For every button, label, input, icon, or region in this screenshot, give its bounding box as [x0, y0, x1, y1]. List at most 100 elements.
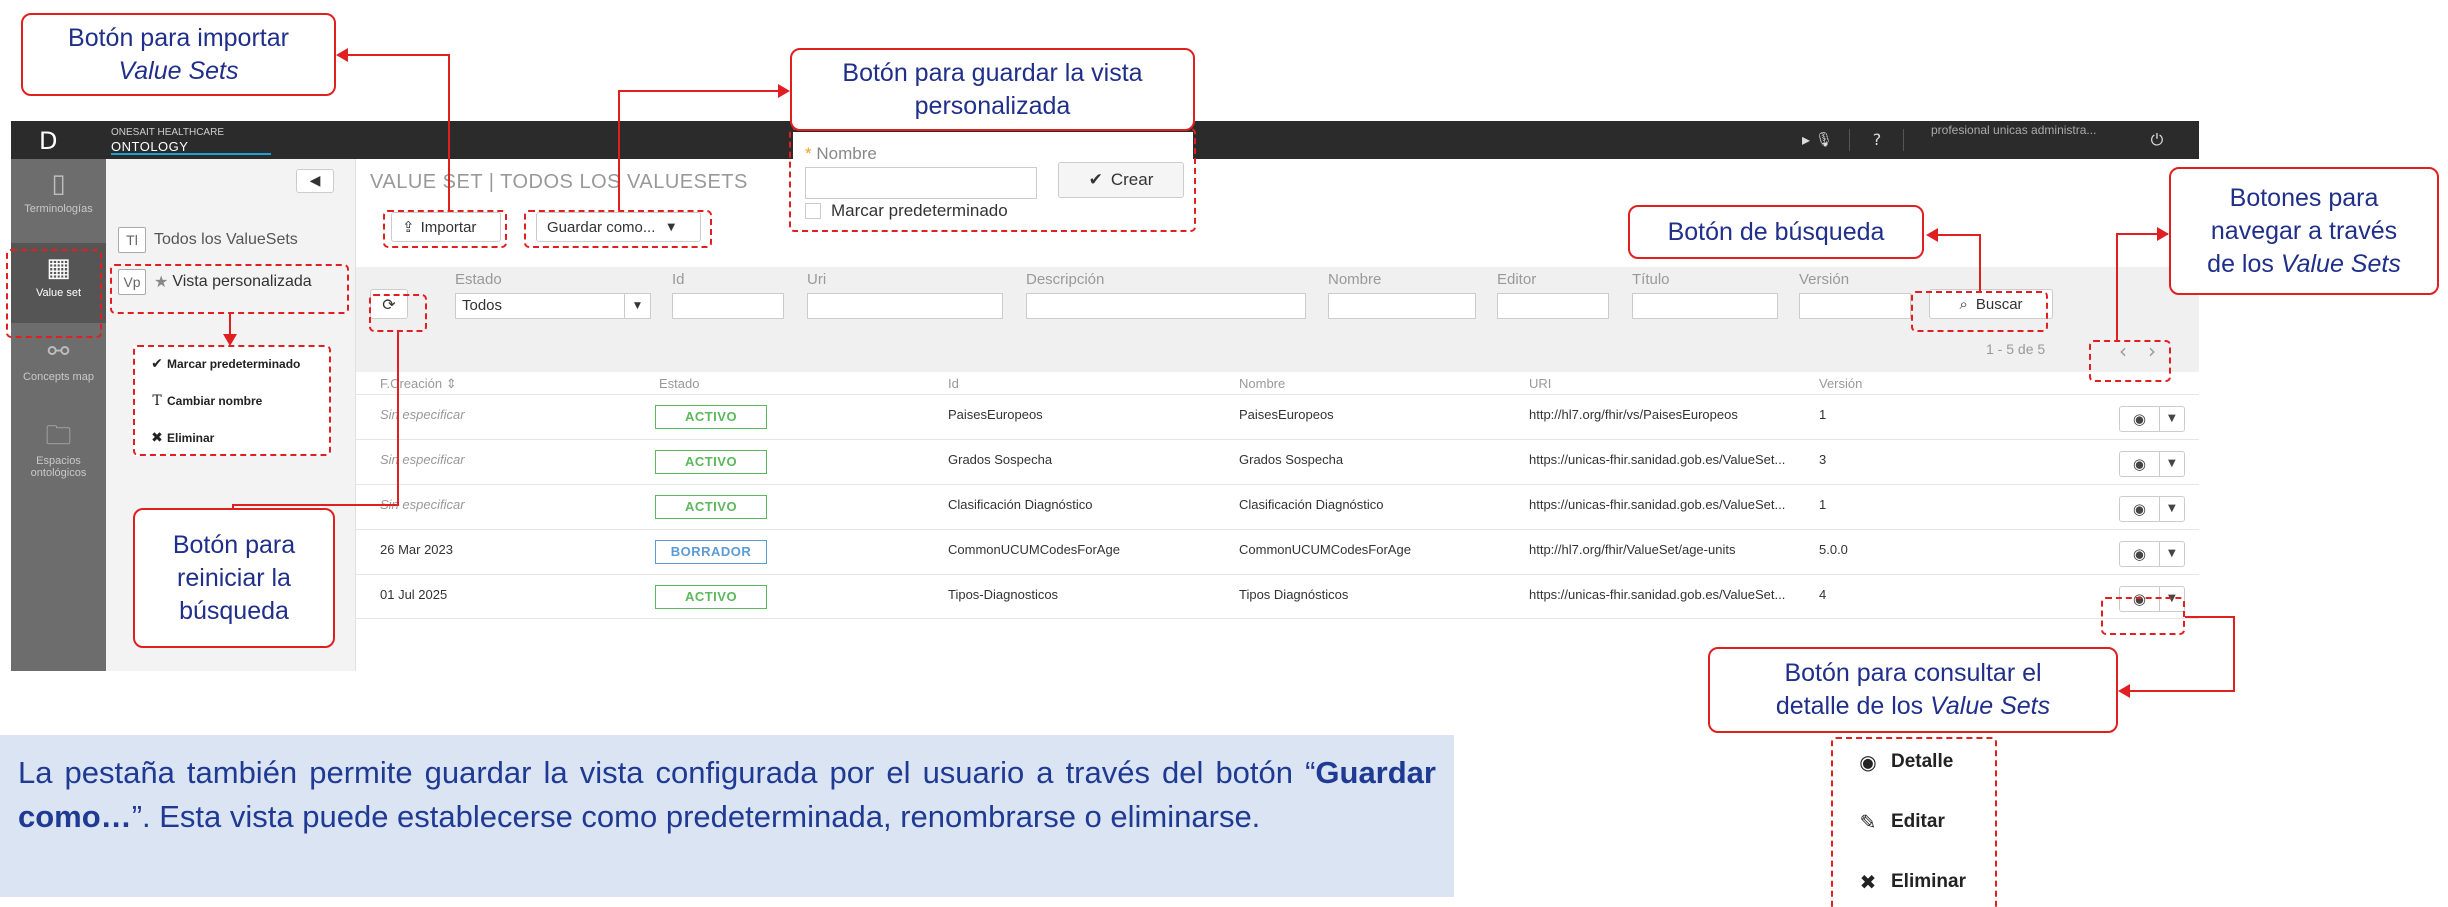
status-badge: ACTIVO	[655, 450, 767, 474]
cell-id: Grados Sospecha	[948, 452, 1053, 467]
titulo-input[interactable]	[1632, 293, 1778, 319]
status-badge: ACTIVO	[655, 495, 767, 519]
row-actions: ◉ ▼	[2119, 451, 2185, 477]
callout-text: Value Sets	[118, 56, 239, 85]
view-item-todos[interactable]: Tl Todos los ValueSets	[118, 225, 298, 255]
column-header: Nombre	[1239, 376, 1286, 391]
highlight-refresh	[369, 294, 427, 332]
connector	[2116, 233, 2118, 340]
app-logo: D	[39, 127, 58, 155]
eye-icon[interactable]: ◉	[2120, 407, 2159, 431]
status-badge: ACTIVO	[655, 585, 767, 609]
callout-text: de los	[2207, 249, 2281, 278]
cell-version: 1	[1819, 497, 1827, 512]
callout-navegar: Botones para navegar a través de los Val…	[2169, 167, 2439, 295]
view-label: Todos los ValueSets	[154, 231, 298, 248]
eye-icon[interactable]: ◉	[2120, 497, 2159, 521]
estado-value: Todos	[462, 297, 503, 314]
arrow-left-icon	[1926, 228, 1938, 242]
caret-down-icon[interactable]: ▼	[2158, 452, 2184, 476]
cell-nombre: PaisesEuropeos	[1239, 407, 1334, 422]
highlight-save-as	[524, 210, 712, 248]
cell-uri: https://unicas-fhir.sanidad.gob.es/Value…	[1529, 452, 1786, 467]
connector	[2185, 616, 2235, 618]
status-badge: ACTIVO	[655, 405, 767, 429]
caret-down-icon[interactable]: ▼	[2158, 542, 2184, 566]
power-icon[interactable]: ⏻	[2147, 130, 2167, 150]
callout-reiniciar: Botón para reiniciar la búsqueda	[133, 508, 335, 648]
cell-fecha: 01 Jul 2025	[380, 587, 448, 602]
callout-text: navegar a través	[2210, 216, 2398, 245]
arrow-down-icon	[223, 334, 237, 346]
table-row: Sin especificar ACTIVO PaisesEuropeos Pa…	[356, 394, 2199, 439]
highlight-search	[1911, 291, 2048, 332]
cell-id: Clasificación Diagnóstico	[948, 497, 1093, 512]
connector	[229, 314, 231, 336]
cell-id: CommonUCUMCodesForAge	[948, 542, 1120, 557]
connector	[1938, 234, 1981, 236]
callout-text: Botón de búsqueda	[1667, 217, 1885, 246]
eye-icon[interactable]: ◉	[2120, 452, 2159, 476]
highlight-pagination	[2089, 340, 2171, 382]
callout-text: reiniciar la	[177, 563, 291, 592]
connector	[397, 332, 399, 506]
connector	[618, 90, 778, 92]
cell-nombre: CommonUCUMCodesForAge	[1239, 542, 1411, 557]
nombre-label: Nombre	[1328, 271, 1382, 288]
uri-input[interactable]	[807, 293, 1003, 319]
id-input[interactable]	[672, 293, 784, 319]
callout-detalle: Botón para consultar el detalle de los V…	[1708, 647, 2118, 733]
table-row: 01 Jul 2025 ACTIVO Tipos-Diagnosticos Ti…	[356, 574, 2199, 619]
cell-version: 3	[1819, 452, 1827, 467]
descripcion-input[interactable]	[1026, 293, 1306, 319]
column-header: Versión	[1819, 376, 1863, 391]
callout-text: Botón para importar	[68, 23, 289, 52]
sidebar-item-concepts-map[interactable]: ⚯ Concepts map	[11, 327, 106, 407]
cell-uri: https://unicas-fhir.sanidad.gob.es/Value…	[1529, 497, 1786, 512]
brand: ONESAIT HEALTHCARE ONTOLOGY	[111, 127, 271, 155]
row-actions: ◉ ▼	[2119, 496, 2185, 522]
nombre-input[interactable]	[1328, 293, 1476, 319]
cell-id: PaisesEuropeos	[948, 407, 1043, 422]
version-label: Versión	[1799, 271, 1850, 288]
descripcion-label: Descripción	[1026, 271, 1105, 288]
connector	[2233, 616, 2235, 692]
caret-down-icon[interactable]: ▼	[2158, 407, 2184, 431]
id-label: Id	[672, 271, 685, 288]
user-name[interactable]: profesional unicas administra...	[1931, 123, 2096, 137]
cell-nombre: Grados Sospecha	[1239, 452, 1344, 467]
eye-icon[interactable]: ◉	[2120, 542, 2159, 566]
highlight-sidebar-value-set	[6, 249, 102, 338]
caret-down-icon[interactable]: ▼	[2158, 497, 2184, 521]
column-header: URI	[1529, 376, 1552, 391]
collapse-panel-button[interactable]: ◀	[296, 169, 334, 193]
sidebar-item-espacios[interactable]: 🗀 Espacios ontológicos	[11, 411, 106, 491]
connector	[232, 504, 399, 506]
column-header: Estado	[659, 376, 700, 391]
connector	[346, 54, 450, 56]
editor-input[interactable]	[1497, 293, 1609, 319]
highlight-view-item	[110, 264, 349, 314]
table-row: Sin especificar ACTIVO Clasificación Dia…	[356, 484, 2199, 529]
cell-fecha: Sin especificar	[380, 452, 465, 467]
highlight-import	[383, 210, 507, 248]
mic-mute-icon[interactable]: ▸	[1796, 130, 1816, 150]
estado-select[interactable]: Todos ▼	[455, 293, 651, 319]
mic-icon[interactable]: 🎙	[1814, 130, 1834, 150]
sidebar-item-terminologias[interactable]: ▯ Terminologías	[11, 159, 106, 239]
column-header: Id	[948, 376, 959, 391]
version-input[interactable]	[1799, 293, 1911, 319]
callout-text: Botón para guardar la vista	[842, 58, 1143, 87]
help-icon[interactable]: ?	[1867, 130, 1887, 150]
estado-label: Estado	[455, 271, 502, 288]
arrow-left-icon	[2118, 684, 2130, 698]
connector	[448, 54, 450, 210]
connector	[1979, 234, 1981, 291]
callout-text: detalle de los	[1775, 692, 1931, 720]
cell-uri: https://unicas-fhir.sanidad.gob.es/Value…	[1529, 587, 1786, 602]
cell-uri: http://hl7.org/fhir/vs/PaisesEuropeos	[1529, 407, 1738, 422]
callout-text: Value Sets	[2280, 249, 2401, 278]
callout-text: Value Sets	[1930, 692, 2051, 720]
column-header[interactable]: F.Creación ⇕	[380, 376, 457, 392]
arrow-right-icon	[778, 84, 790, 98]
